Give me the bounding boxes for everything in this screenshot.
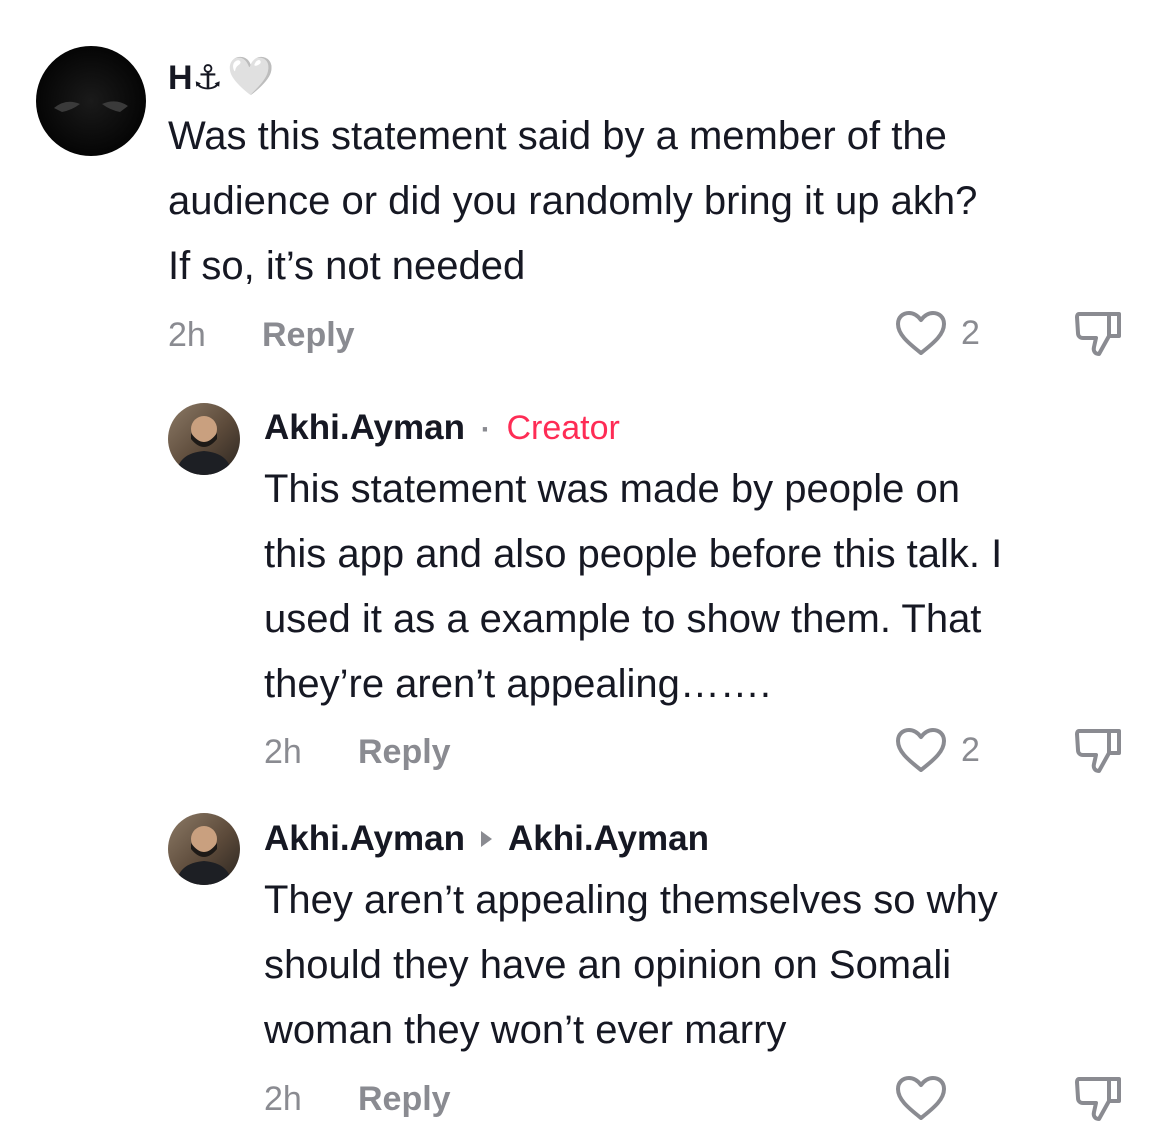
comment-text: They aren’t appealing themselves so why …	[264, 868, 1154, 1063]
caret-right-icon	[480, 831, 492, 848]
username-text: H⚓	[168, 59, 224, 97]
comment-username[interactable]: Akhi.Ayman · Creator	[264, 408, 620, 448]
avatar-person-image	[176, 416, 232, 475]
reply-button[interactable]: Reply	[262, 316, 355, 355]
avatar[interactable]	[168, 403, 240, 475]
comment-text-line: Was this statement said by a member of t…	[168, 114, 947, 158]
dislike-button[interactable]	[1073, 308, 1125, 363]
comment-text-line: should they have an opinion on Somali	[264, 943, 952, 987]
heart-outline-icon	[896, 311, 946, 355]
heart-outline-icon	[896, 728, 946, 772]
comment-text-line: they’re aren’t appealing…….	[264, 662, 771, 706]
comment-username[interactable]: Akhi.Ayman Akhi.Ayman	[264, 819, 709, 859]
creator-badge: Creator	[506, 409, 620, 447]
avatar-person-image	[176, 826, 232, 885]
avatar[interactable]	[168, 813, 240, 885]
separator-dot: ·	[480, 413, 491, 446]
comment-text-line: woman they won’t ever marry	[264, 1008, 787, 1052]
thumbs-down-icon	[1075, 312, 1121, 356]
like-count: 2	[961, 313, 980, 352]
reply-button[interactable]: Reply	[358, 1080, 451, 1119]
dislike-button[interactable]	[1073, 725, 1125, 780]
heart-outline-icon	[896, 1076, 946, 1120]
comment-time: 2h	[264, 1080, 302, 1118]
comment-username[interactable]: H⚓ 🤍	[168, 55, 274, 99]
username-text: Akhi.Ayman	[264, 819, 465, 858]
comment-time: 2h	[168, 316, 206, 354]
like-button[interactable]: 2	[895, 727, 980, 773]
comment-text-line: this app and also people before this tal…	[264, 532, 1003, 576]
dislike-button[interactable]	[1073, 1073, 1125, 1128]
white-heart-emoji: 🤍	[227, 56, 275, 98]
comment-time: 2h	[264, 733, 302, 771]
comment-text: This statement was made by people on thi…	[264, 457, 1154, 717]
comment-text-line: audience or did you randomly bring it up…	[168, 179, 978, 223]
username-text: Akhi.Ayman	[264, 408, 465, 447]
avatar-hands-image	[54, 101, 128, 112]
like-count: 2	[961, 730, 980, 769]
thumbs-down-icon	[1075, 1077, 1121, 1121]
thumbs-down-icon	[1075, 729, 1121, 773]
comment-text-line: They aren’t appealing themselves so why	[264, 878, 998, 922]
comment-text: Was this statement said by a member of t…	[168, 104, 1148, 299]
reply-button[interactable]: Reply	[358, 733, 451, 772]
avatar[interactable]	[36, 46, 146, 156]
comment-text-line: This statement was made by people on	[264, 467, 960, 511]
reply-to-username[interactable]: Akhi.Ayman	[508, 819, 709, 858]
like-button[interactable]	[895, 1075, 961, 1121]
comment-text-line: used it as a example to show them. That	[264, 597, 982, 641]
like-button[interactable]: 2	[895, 310, 980, 356]
comment-text-line: If so, it’s not needed	[168, 244, 526, 288]
